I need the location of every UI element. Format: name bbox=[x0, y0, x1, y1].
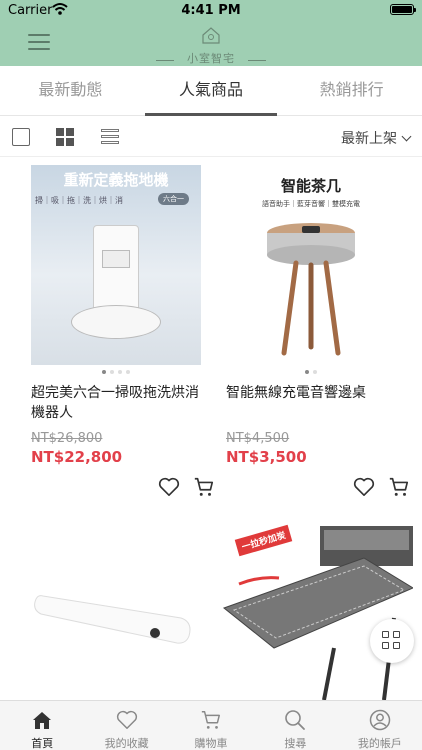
nav-label: 購物車 bbox=[194, 737, 228, 750]
grid-view-icon[interactable] bbox=[56, 128, 74, 146]
robot-base-graphic bbox=[71, 305, 161, 339]
image-subtitle: 掃｜吸｜拖｜洗｜烘｜消 bbox=[35, 196, 123, 205]
tab-popular-products[interactable]: 人氣商品 bbox=[141, 66, 282, 116]
nav-search[interactable]: 搜尋 bbox=[253, 701, 337, 750]
light-bar-graphic bbox=[34, 595, 191, 644]
product-image-smart-table[interactable]: 智能茶几 語音助手｜藍芽音響｜雙模充電 bbox=[226, 165, 396, 365]
tab-latest-news[interactable]: 最新動態 bbox=[0, 66, 141, 115]
heart-icon[interactable] bbox=[353, 477, 375, 497]
search-icon bbox=[285, 710, 306, 730]
nav-cart[interactable]: 購物車 bbox=[169, 701, 253, 750]
image-badge: 六合一 bbox=[158, 193, 189, 205]
user-icon bbox=[369, 709, 391, 731]
chevron-down-icon bbox=[401, 131, 412, 142]
heart-icon[interactable] bbox=[158, 477, 180, 497]
nav-label: 搜尋 bbox=[284, 737, 307, 750]
app-header: Carrier 4:41 PM 小室智宅 bbox=[0, 0, 422, 66]
status-bar: Carrier 4:41 PM bbox=[0, 0, 422, 22]
product-name[interactable]: 智能無線充電音響邊桌 bbox=[226, 383, 406, 403]
sale-price: NT$3,500 bbox=[226, 448, 307, 466]
grid-menu-fab[interactable] bbox=[370, 619, 414, 663]
original-price: NT$26,800 bbox=[31, 431, 103, 446]
category-tabs: 最新動態 人氣商品 熱銷排行 bbox=[0, 66, 422, 116]
nav-label: 我的收藏 bbox=[104, 737, 149, 750]
cart-icon bbox=[201, 711, 220, 729]
image-carousel-dots bbox=[211, 370, 411, 374]
product-image-robot-mop[interactable]: 重新定義拖地機 掃｜吸｜拖｜洗｜烘｜消 六合一 bbox=[31, 165, 201, 365]
clock: 4:41 PM bbox=[181, 3, 241, 18]
image-subtitle: 語音助手｜藍芽音響｜雙模充電 bbox=[262, 200, 360, 208]
hamburger-menu-button[interactable] bbox=[28, 34, 50, 50]
image-title: 智能茶几 bbox=[280, 177, 341, 195]
original-price: NT$4,500 bbox=[226, 431, 290, 446]
nav-account[interactable]: 我的帳戶 bbox=[338, 701, 422, 750]
logo-text: 小室智宅 bbox=[187, 52, 235, 65]
nav-label: 首頁 bbox=[31, 737, 54, 750]
product-image-bbq-grill[interactable]: 一拉秒加炭 bbox=[214, 518, 413, 700]
house-logo-icon bbox=[202, 27, 220, 44]
view-toolbar: 最新上架 bbox=[0, 117, 422, 157]
cart-icon[interactable] bbox=[388, 476, 410, 498]
sort-label: 最新上架 bbox=[341, 131, 397, 147]
home-icon bbox=[33, 712, 52, 729]
sale-price: NT$22,800 bbox=[31, 448, 123, 466]
nav-home[interactable]: 首頁 bbox=[0, 701, 84, 750]
image-carousel-dots bbox=[16, 370, 216, 374]
image-title: 重新定義拖地機 bbox=[63, 171, 169, 189]
select-all-checkbox[interactable] bbox=[12, 128, 30, 146]
cart-icon[interactable] bbox=[193, 476, 215, 498]
heart-icon bbox=[116, 710, 137, 729]
brand-logo: 小室智宅 bbox=[156, 22, 266, 66]
nav-favorites[interactable]: 我的收藏 bbox=[84, 701, 168, 750]
battery-icon bbox=[390, 4, 416, 15]
product-name[interactable]: 超完美六合一掃吸拖洗烘消機器人 bbox=[31, 383, 211, 423]
list-view-icon[interactable] bbox=[101, 128, 119, 146]
tab-best-sellers[interactable]: 熱銷排行 bbox=[281, 66, 422, 115]
nav-label: 我的帳戶 bbox=[357, 737, 402, 750]
smart-table-graphic bbox=[267, 223, 355, 356]
sort-dropdown[interactable]: 最新上架 bbox=[341, 128, 412, 148]
bottom-navigation: 首頁 我的收藏 購物車 搜尋 我的帳戶 bbox=[0, 700, 422, 750]
product-image-light-bar[interactable] bbox=[31, 518, 201, 700]
